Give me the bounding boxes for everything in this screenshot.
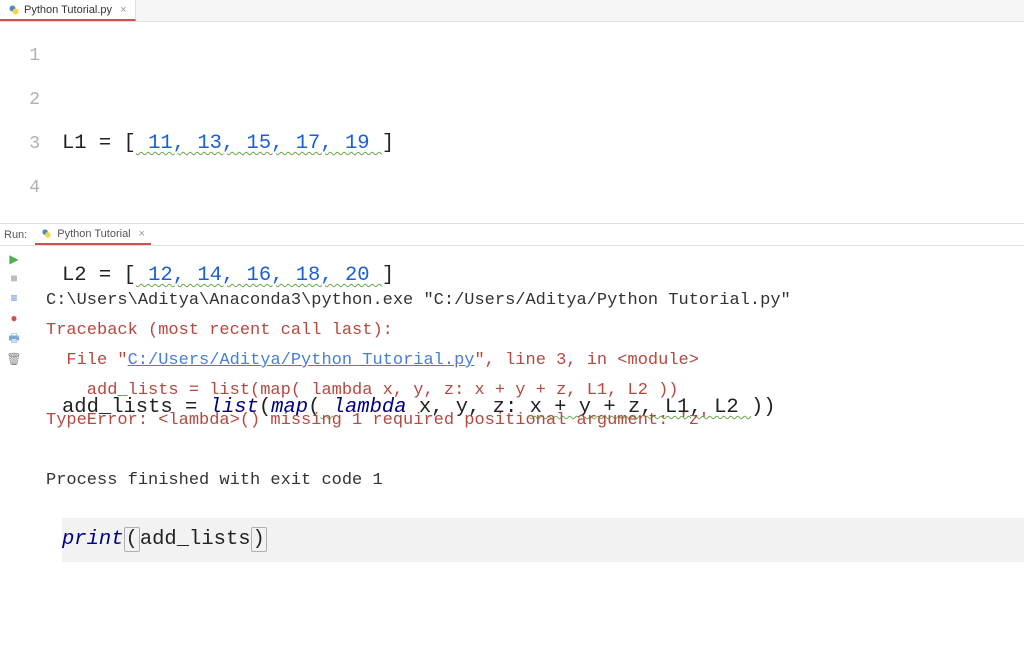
code-line[interactable]: L1 = [ 11, 13, 15, 17, 19 ] bbox=[62, 122, 1024, 166]
record-icon[interactable]: ● bbox=[7, 312, 21, 326]
trash-icon[interactable]: 🗑 bbox=[7, 352, 21, 366]
run-panel: ▶ ■ ≡ ● 🖶 🗑 C:\Users\Aditya\Anaconda3\py… bbox=[0, 246, 1024, 523]
console-line: C:\Users\Aditya\Anaconda3\python.exe "C:… bbox=[46, 291, 791, 310]
run-tab-label: Python Tutorial bbox=[57, 228, 130, 240]
console-line: Process finished with exit code 1 bbox=[46, 471, 383, 490]
run-toolbar: ▶ ■ ≡ ● 🖶 🗑 bbox=[0, 246, 28, 523]
python-file-icon bbox=[8, 4, 20, 16]
code-area[interactable]: L1 = [ 11, 13, 15, 17, 19 ] L2 = [ 12, 1… bbox=[62, 22, 1024, 223]
line-number: 1 bbox=[0, 34, 40, 78]
close-icon[interactable]: × bbox=[135, 228, 145, 240]
file-tab-python-tutorial[interactable]: Python Tutorial.py × bbox=[0, 0, 136, 21]
close-icon[interactable]: × bbox=[116, 4, 126, 16]
console-line: TypeError: <lambda>() missing 1 required… bbox=[46, 411, 709, 430]
console-line: File "C:/Users/Aditya/Python Tutorial.py… bbox=[46, 351, 699, 370]
stop-icon[interactable]: ■ bbox=[7, 272, 21, 286]
code-line-active[interactable]: print(add_lists) bbox=[62, 518, 1024, 562]
print-icon[interactable]: 🖶 bbox=[7, 332, 21, 346]
file-tab-label: Python Tutorial.py bbox=[24, 4, 112, 16]
run-tab-python-tutorial[interactable]: Python Tutorial × bbox=[35, 224, 151, 245]
python-file-icon bbox=[41, 228, 53, 240]
console-line: Traceback (most recent call last): bbox=[46, 321, 393, 340]
editor-tab-bar: Python Tutorial.py × bbox=[0, 0, 1024, 22]
line-number: 4 bbox=[0, 166, 40, 210]
line-number: 3 bbox=[0, 122, 40, 166]
rerun-icon[interactable]: ▶ bbox=[7, 252, 21, 266]
code-editor[interactable]: 1 2 3 4 L1 = [ 11, 13, 15, 17, 19 ] L2 =… bbox=[0, 22, 1024, 224]
soft-wrap-icon[interactable]: ≡ bbox=[7, 292, 21, 306]
console-output[interactable]: C:\Users\Aditya\Anaconda3\python.exe "C:… bbox=[28, 246, 1024, 523]
console-line: add_lists = list(map( lambda x, y, z: x … bbox=[46, 381, 679, 400]
run-label: Run: bbox=[4, 229, 27, 241]
file-link[interactable]: C:/Users/Aditya/Python Tutorial.py bbox=[128, 351, 475, 370]
line-gutter: 1 2 3 4 bbox=[0, 22, 62, 223]
line-number: 2 bbox=[0, 78, 40, 122]
